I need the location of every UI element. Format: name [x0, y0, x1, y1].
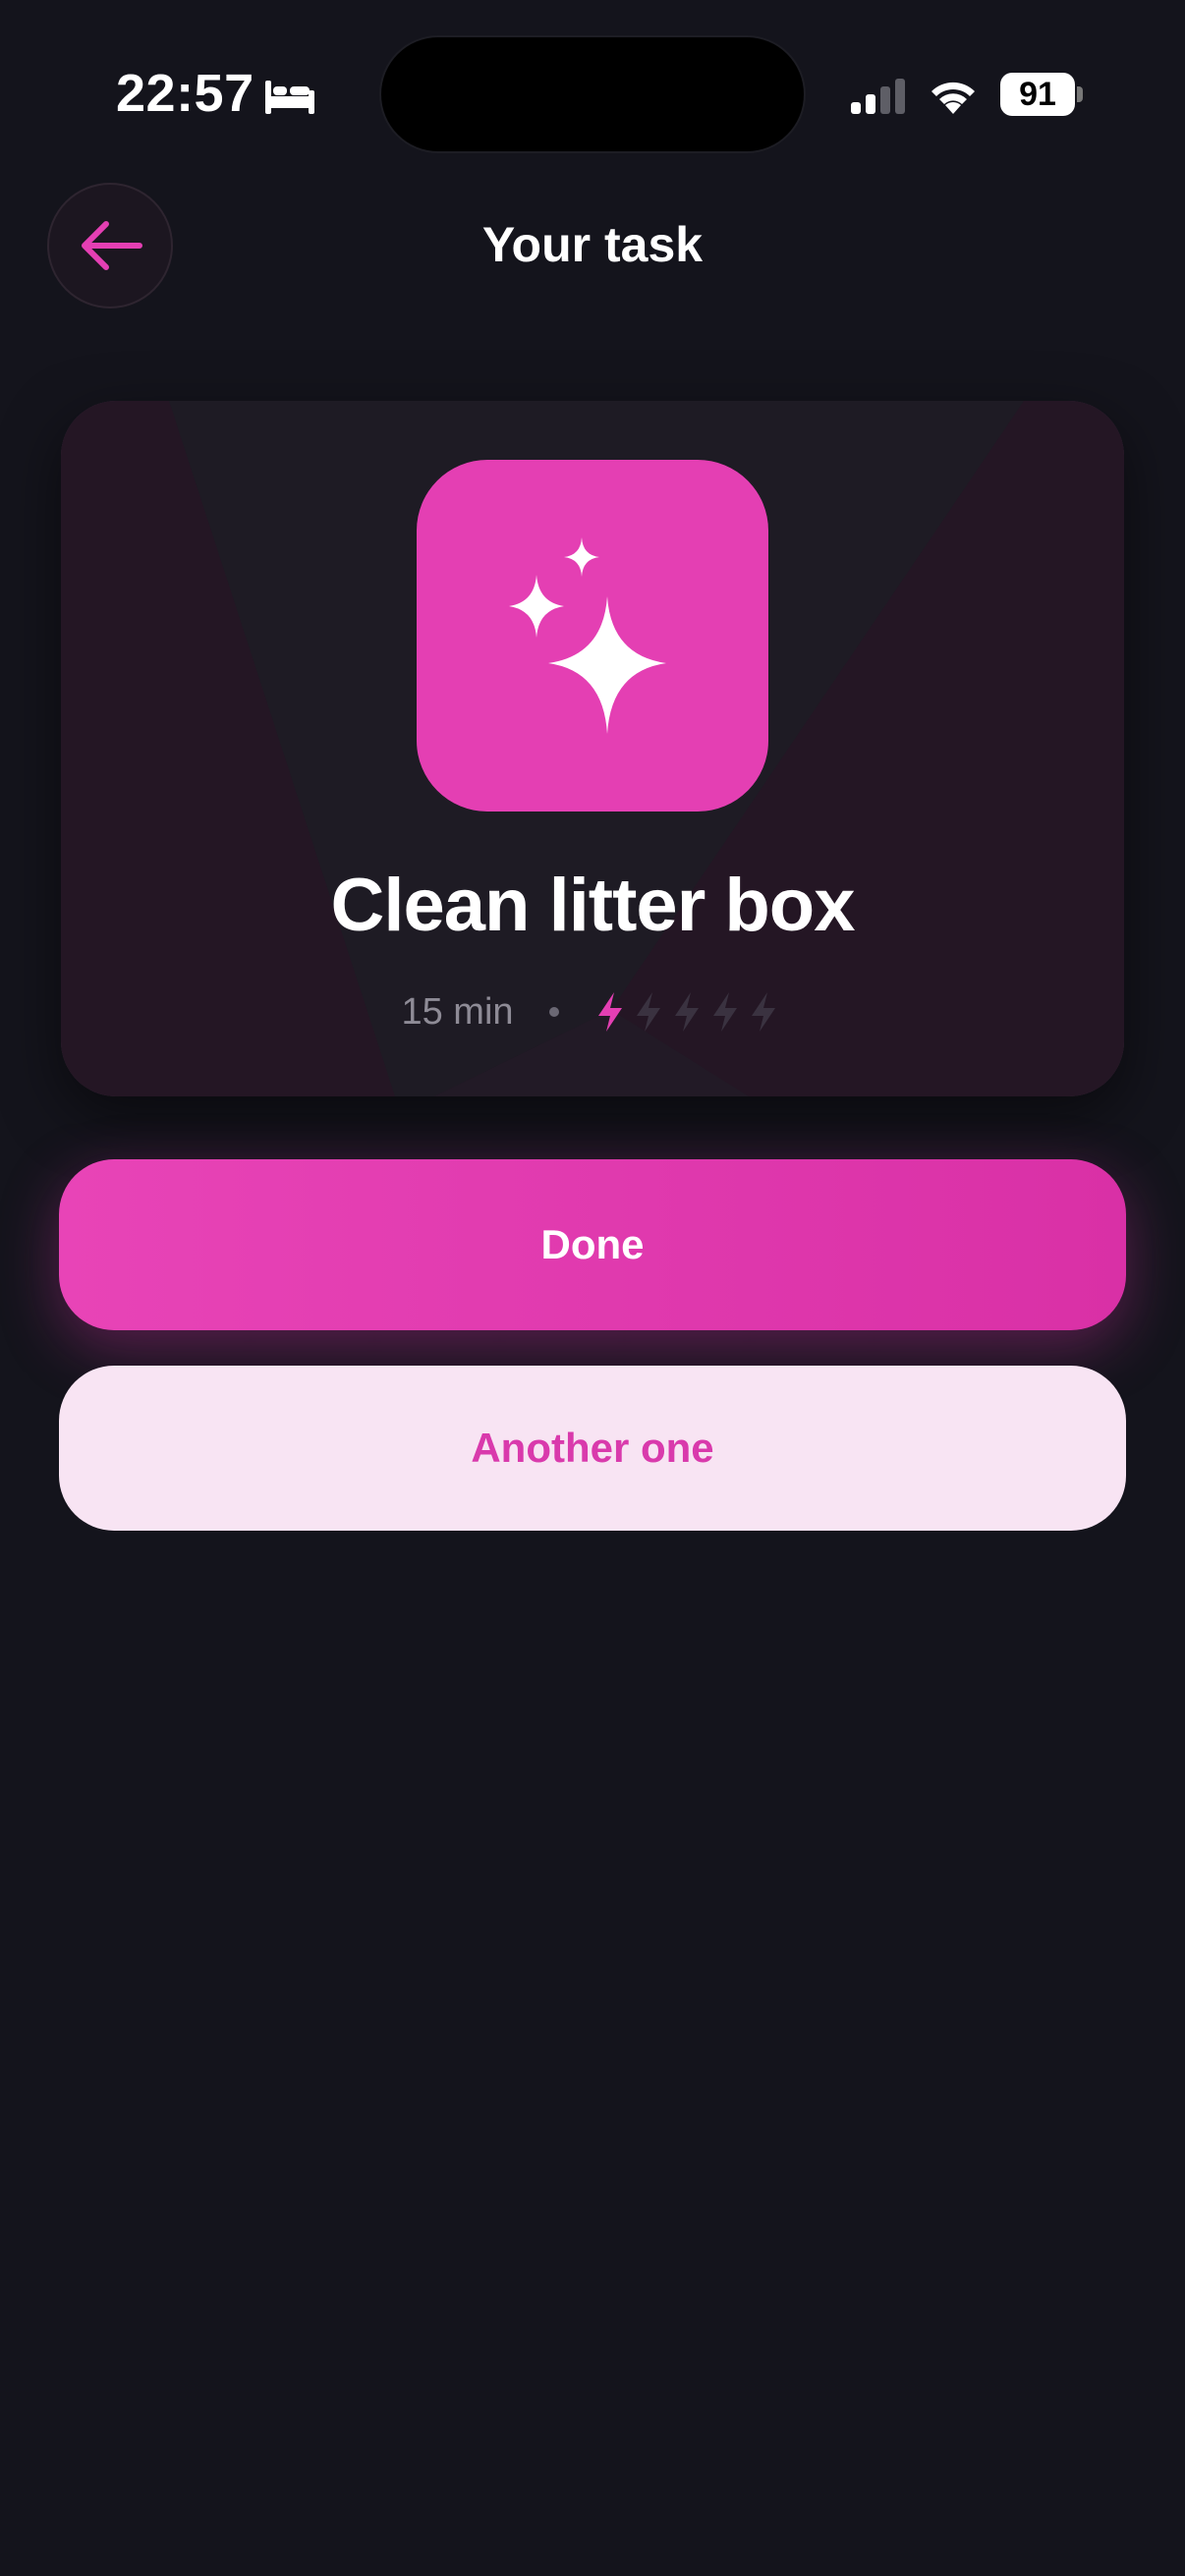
done-button[interactable]: Done	[59, 1159, 1126, 1330]
another-one-button[interactable]: Another one	[59, 1366, 1126, 1531]
task-title: Clean litter box	[330, 864, 856, 947]
bolt-inactive-icon	[751, 992, 775, 1032]
bolt-active-icon	[597, 992, 622, 1032]
status-time: 22:57	[116, 64, 254, 123]
task-icon-tile	[417, 460, 768, 812]
signal-icon	[851, 79, 905, 114]
sparkles-icon	[509, 537, 666, 734]
wifi-icon	[931, 82, 975, 114]
bolt-inactive-icon	[674, 992, 699, 1032]
task-card: Clean litter box 15 min	[61, 401, 1124, 1096]
dynamic-island	[381, 37, 804, 151]
battery-indicator: 91	[1000, 73, 1075, 116]
bolt-inactive-icon	[636, 992, 660, 1032]
page-title: Your task	[481, 217, 704, 272]
status-bar: 22:57 91	[0, 0, 1185, 187]
task-duration: 15 min	[401, 990, 514, 1033]
energy-rating	[592, 990, 784, 1034]
meta-separator-dot	[548, 1007, 559, 1017]
battery-nub	[1077, 86, 1083, 102]
bed-icon	[265, 81, 314, 114]
task-meta: 15 min	[61, 990, 1124, 1034]
bolt-inactive-icon	[712, 992, 737, 1032]
